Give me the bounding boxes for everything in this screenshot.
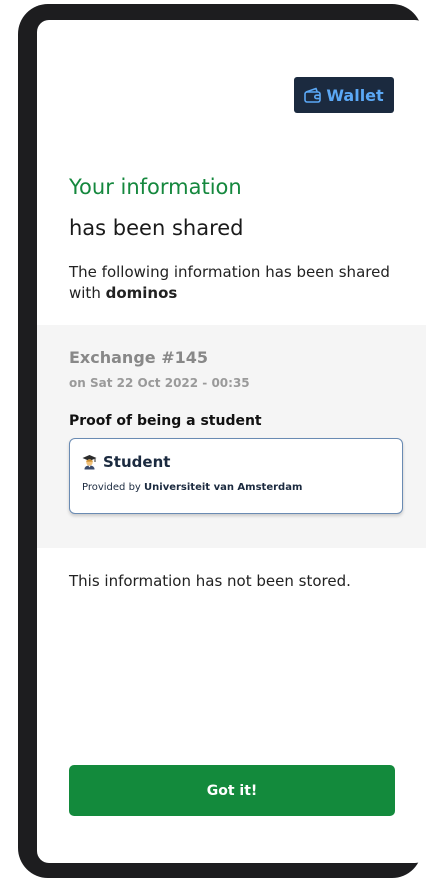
exchange-title: Exchange #145 [69, 348, 208, 367]
credential-provider: Provided by Universiteit van Amsterdam [82, 482, 302, 493]
credential-provider-name: Universiteit van Amsterdam [144, 482, 303, 493]
wallet-icon [304, 87, 322, 103]
credential-title: Student [103, 453, 171, 471]
credential-provider-prefix: Provided by [82, 482, 145, 493]
wallet-button[interactable]: Wallet [294, 77, 394, 113]
exchange-panel: Exchange #145 on Sat 22 Oct 2022 - 00:35… [37, 325, 426, 548]
stage: Wallet Your information has been shared … [0, 0, 426, 882]
credential-card[interactable]: Student Provided by Universiteit van Ams… [69, 438, 403, 514]
headline-line1: Your information [69, 175, 242, 199]
app-screen: Wallet Your information has been shared … [37, 20, 426, 863]
got-it-button[interactable]: Got it! [69, 765, 395, 816]
verifier-name: dominos [105, 284, 178, 302]
exchange-date: on Sat 22 Oct 2022 - 00:35 [69, 376, 250, 390]
got-it-button-label: Got it! [206, 782, 258, 799]
headline-line2: has been shared [69, 216, 244, 240]
not-stored-text: This information has not been stored. [69, 572, 351, 590]
wallet-button-label: Wallet [326, 85, 384, 105]
proof-label: Proof of being a student [69, 413, 262, 429]
credential-title-row: Student [82, 453, 170, 471]
intro-text: The following information has been share… [69, 262, 399, 304]
student-icon [82, 455, 97, 470]
